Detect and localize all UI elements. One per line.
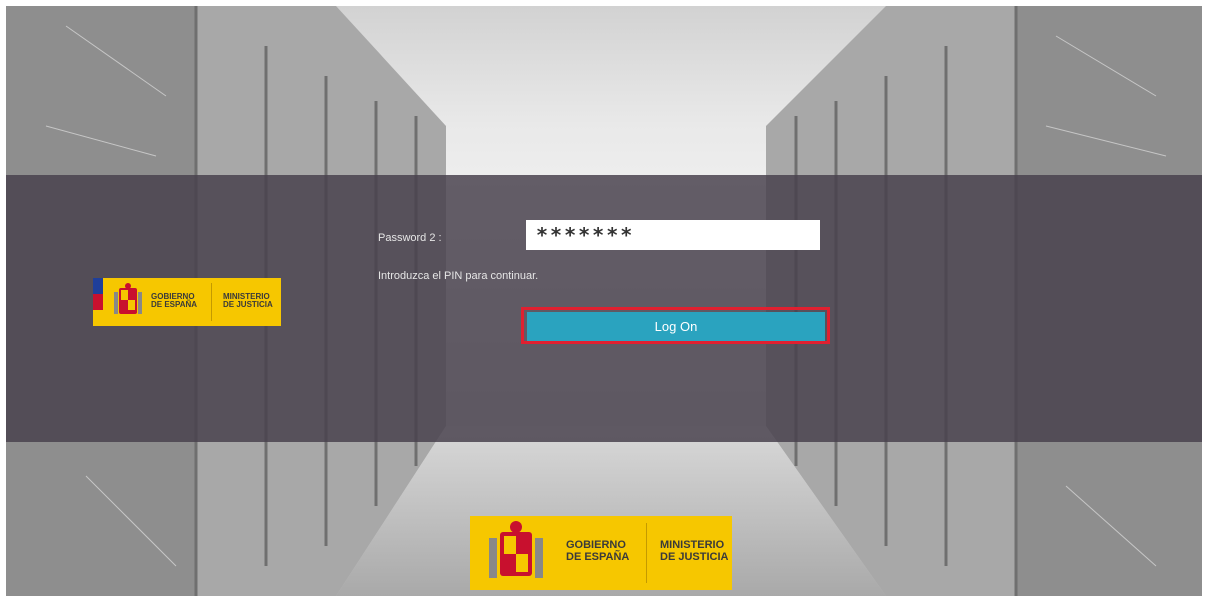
password-field[interactable]: [526, 220, 820, 250]
de-espana-text: DE ESPAÑA: [566, 550, 630, 563]
gobierno-text: GOBIERNO: [566, 539, 626, 551]
logo-divider: [646, 523, 647, 583]
de-justicia-text: DE JUSTICIA: [660, 550, 729, 563]
de-espana-text: DE ESPAÑA: [151, 300, 198, 310]
eu-stripe-icon: [93, 278, 103, 326]
coat-of-arms-icon: [114, 283, 142, 314]
ministerio-text: MINISTERIO: [660, 539, 725, 551]
logo-divider: [211, 282, 212, 322]
de-justicia-text: DE JUSTICIA: [223, 300, 273, 310]
gobierno-logo-small: GOBIERNO DE ESPAÑA MINISTERIO DE JUSTICI…: [93, 278, 281, 326]
password-label: Password 2 :: [378, 232, 442, 244]
pin-hint-text: Introduzca el PIN para continuar.: [378, 270, 539, 282]
coat-of-arms-icon: [489, 521, 543, 578]
log-on-button[interactable]: Log On: [527, 312, 825, 341]
gobierno-logo-large: GOBIERNO DE ESPAÑA MINISTERIO DE JUSTICI…: [470, 516, 732, 590]
